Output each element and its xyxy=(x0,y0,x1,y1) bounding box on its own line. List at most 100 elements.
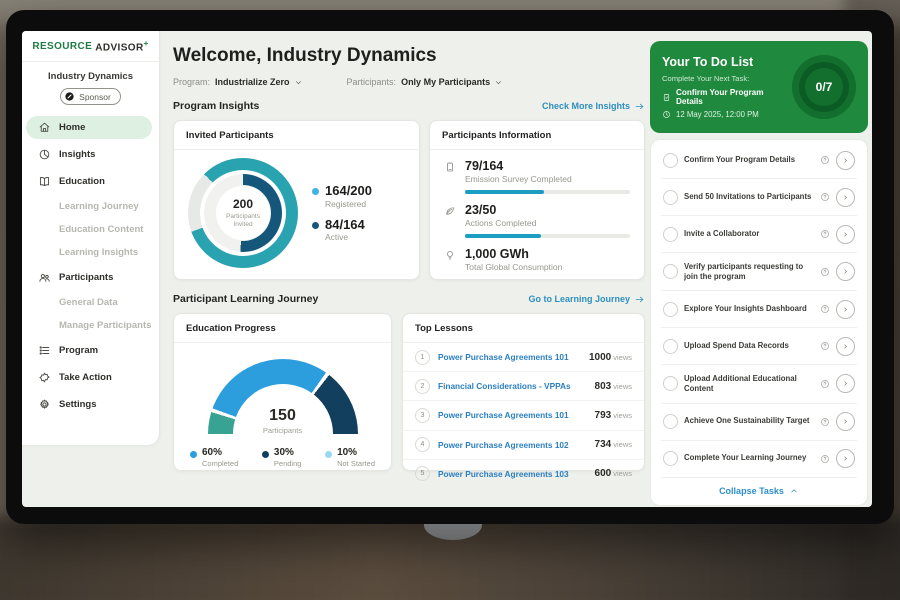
next-task-due: 12 May 2025, 12:00 PM xyxy=(662,110,792,119)
sidebar-item-participants[interactable]: Participants xyxy=(22,264,159,291)
legend-dot xyxy=(312,222,319,229)
list-icon xyxy=(38,344,51,357)
stat-actions-completed: 23/50 Actions Completed xyxy=(430,194,644,238)
logo-plus: + xyxy=(144,39,149,48)
question-icon[interactable] xyxy=(820,304,830,314)
sidebar-item-manage-participants[interactable]: Manage Participants xyxy=(22,314,159,337)
arrow-right-icon xyxy=(634,294,645,305)
program-filter[interactable]: Program: Industrialize Zero xyxy=(173,77,303,87)
question-icon[interactable] xyxy=(820,267,830,277)
check-more-insights-link[interactable]: Check More Insights xyxy=(542,101,645,112)
task-go-button[interactable] xyxy=(836,188,855,207)
card-title: Participants Information xyxy=(430,121,644,150)
task-checkbox[interactable] xyxy=(663,227,678,242)
task-checkbox[interactable] xyxy=(663,264,678,279)
task-row: Verify participants requesting to join t… xyxy=(661,253,857,291)
chevron-up-icon xyxy=(789,486,799,496)
go-to-learning-journey-link[interactable]: Go to Learning Journey xyxy=(528,294,645,305)
lesson-link[interactable]: Power Purchase Agreements 101 xyxy=(438,410,587,420)
lesson-link[interactable]: Power Purchase Agreements 103 xyxy=(438,469,587,479)
task-go-button[interactable] xyxy=(836,262,855,281)
lesson-views: 600views xyxy=(595,468,632,479)
task-label: Send 50 Invitations to Participants xyxy=(684,192,814,202)
people-icon xyxy=(38,271,51,284)
task-checkbox[interactable] xyxy=(663,302,678,317)
sidebar-item-education[interactable]: Education xyxy=(22,168,159,195)
sponsor-badge[interactable]: Sponsor xyxy=(60,88,121,105)
legend-item-completed: 60% Completed xyxy=(190,447,238,468)
task-label: Verify participants requesting to join t… xyxy=(684,262,814,282)
sidebar-item-education-content[interactable]: Education Content xyxy=(22,218,159,241)
todo-progress-ring: 0/7 xyxy=(792,55,856,119)
task-go-button[interactable] xyxy=(836,412,855,431)
gauge-center-value: 150 xyxy=(208,407,358,425)
lesson-link[interactable]: Power Purchase Agreements 101 xyxy=(438,352,581,362)
question-icon[interactable] xyxy=(820,454,830,464)
task-checkbox[interactable] xyxy=(663,339,678,354)
sidebar-item-insights[interactable]: Insights xyxy=(22,141,159,168)
todo-summary-card: Your To Do List Complete Your Next Task:… xyxy=(650,41,868,133)
task-checkbox[interactable] xyxy=(663,376,678,391)
education-progress-gauge-chart: 150 Participants xyxy=(208,359,358,435)
task-go-button[interactable] xyxy=(836,151,855,170)
sidebar-item-learning-journey[interactable]: Learning Journey xyxy=(22,195,159,218)
sidebar-item-program[interactable]: Program xyxy=(22,337,159,364)
sponsor-badge-icon xyxy=(64,91,75,102)
task-checkbox[interactable] xyxy=(663,414,678,429)
question-icon[interactable] xyxy=(820,341,830,351)
question-icon[interactable] xyxy=(820,379,830,389)
sidebar-item-learning-insights[interactable]: Learning Insights xyxy=(22,241,159,264)
task-row: Confirm Your Program Details xyxy=(661,142,857,179)
question-icon[interactable] xyxy=(820,192,830,202)
task-checkbox[interactable] xyxy=(663,451,678,466)
clipboard-icon xyxy=(444,161,456,194)
collapse-tasks-link[interactable]: Collapse Tasks xyxy=(661,478,857,499)
lesson-row: 4 Power Purchase Agreements 102 734views xyxy=(403,431,644,460)
arrow-right-icon xyxy=(634,101,645,112)
lesson-rank: 5 xyxy=(415,466,430,481)
task-label: Confirm Your Program Details xyxy=(684,155,814,165)
lesson-link[interactable]: Power Purchase Agreements 102 xyxy=(438,440,587,450)
task-go-button[interactable] xyxy=(836,300,855,319)
question-icon[interactable] xyxy=(820,155,830,165)
sidebar-item-general-data[interactable]: General Data xyxy=(22,291,159,314)
stat-value: 79/164 xyxy=(465,159,630,173)
task-label: Upload Additional Educational Content xyxy=(684,374,814,394)
todo-title: Your To Do List xyxy=(662,55,792,69)
page-title: Welcome, Industry Dynamics xyxy=(173,45,645,67)
lesson-rank: 1 xyxy=(415,350,430,365)
leaf-icon xyxy=(444,205,456,238)
task-row: Upload Spend Data Records xyxy=(661,328,857,365)
lesson-views: 734views xyxy=(595,439,632,450)
filters-row: Program: Industrialize Zero Participants… xyxy=(173,77,645,87)
lesson-row: 2 Financial Considerations - VPPAs 803vi… xyxy=(403,372,644,401)
lesson-link[interactable]: Financial Considerations - VPPAs xyxy=(438,381,587,391)
org-name: Industry Dynamics xyxy=(22,71,159,82)
question-icon[interactable] xyxy=(820,417,830,427)
legend-item-active: 84/164 Active xyxy=(312,218,372,243)
todo-panel: Your To Do List Complete Your Next Task:… xyxy=(650,31,868,507)
card-title: Education Progress xyxy=(174,314,391,343)
task-go-button[interactable] xyxy=(836,225,855,244)
sidebar-item-settings[interactable]: Settings xyxy=(22,391,159,418)
sidebar-item-label: Settings xyxy=(59,399,96,410)
task-label: Achieve One Sustainability Target xyxy=(684,416,814,426)
task-go-button[interactable] xyxy=(836,374,855,393)
sidebar-item-home[interactable]: Home xyxy=(26,116,152,139)
gauge-legend: 60% Completed 30% Pending 10% xyxy=(174,435,391,468)
stat-consumption: 1,000 GWh Total Global Consumption xyxy=(430,238,644,272)
next-task: Confirm Your Program Details xyxy=(662,88,792,106)
participants-filter-label: Participants: xyxy=(347,77,397,87)
task-go-button[interactable] xyxy=(836,337,855,356)
chevron-right-icon xyxy=(841,342,850,351)
task-doc-icon xyxy=(662,93,671,102)
sidebar-item-take-action[interactable]: Take Action xyxy=(22,364,159,391)
invited-participants-card: Invited Participants 200 Participants In… xyxy=(173,120,420,280)
sidebar-item-label: Take Action xyxy=(59,372,112,383)
task-checkbox[interactable] xyxy=(663,190,678,205)
participants-filter[interactable]: Participants: Only My Participants xyxy=(347,77,504,87)
todo-progress-value: 0/7 xyxy=(799,62,849,112)
task-go-button[interactable] xyxy=(836,449,855,468)
task-checkbox[interactable] xyxy=(663,153,678,168)
question-icon[interactable] xyxy=(820,229,830,239)
